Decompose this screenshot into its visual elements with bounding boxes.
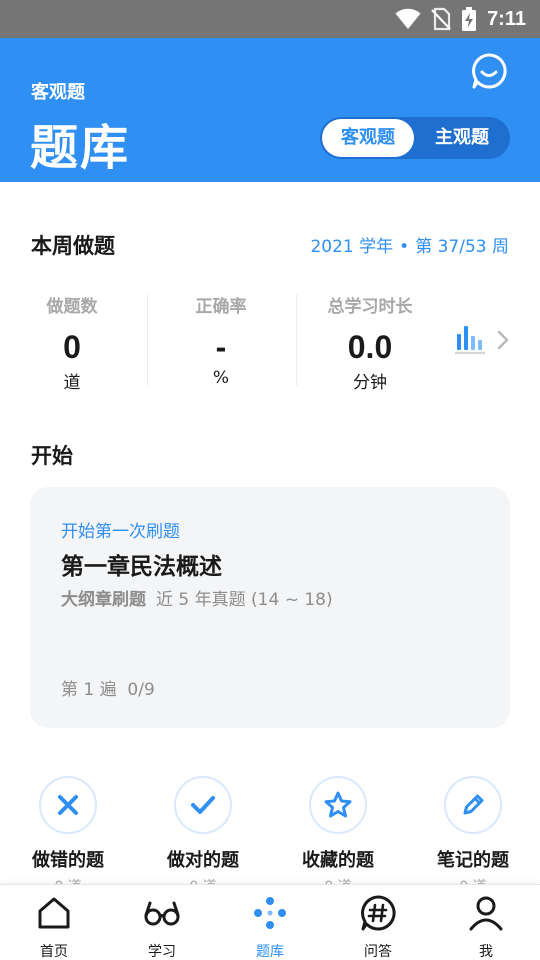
star-icon [324, 791, 352, 818]
stat-unit: 分钟 [353, 373, 387, 393]
no-sim-icon [431, 7, 451, 31]
week-number: 第 37/53 周 [415, 237, 509, 257]
bar-chart-icon[interactable] [455, 322, 485, 356]
stat-value: 0 [63, 329, 81, 365]
quick-link-label: 收藏的题 [302, 850, 374, 871]
wifi-icon [395, 8, 421, 29]
bottom-tab-bar: 首页 学习 题库 问答 我 [0, 884, 540, 960]
tab-label: 题库 [256, 944, 284, 960]
stat-label: 正确率 [195, 297, 247, 317]
quick-link-correct[interactable]: 做对的题 0 道 [135, 776, 271, 896]
chat-smile-icon [472, 53, 507, 89]
header: 客观题 题库 客观题 主观题 [0, 38, 540, 182]
tab-label: 首页 [40, 944, 68, 960]
tab-home[interactable]: 首页 [0, 893, 108, 960]
tab-qa[interactable]: 问答 [324, 893, 432, 960]
stat-accuracy: 正确率 - % [146, 292, 296, 388]
stat-question-count: 做题数 0 道 [0, 292, 147, 393]
quick-link-favorite[interactable]: 收藏的题 0 道 [270, 776, 406, 896]
tab-label: 我 [479, 944, 493, 960]
week-separator: • [399, 237, 410, 257]
header-subtitle: 客观题 [31, 82, 85, 103]
question-type-toggle: 客观题 主观题 [320, 117, 510, 159]
quick-link-label: 做错的题 [32, 850, 104, 871]
page-title: 题库 [30, 120, 131, 176]
pencil-icon [463, 794, 484, 815]
card-meta-type: 大纲章刷题 [61, 590, 146, 610]
stat-label: 总学习时长 [327, 297, 413, 317]
week-info: 2021 学年 • 第 37/53 周 [310, 232, 509, 257]
quick-link-label: 笔记的题 [437, 850, 509, 871]
card-meta: 大纲章刷题近 5 年真题 (14 ~ 18) [61, 585, 333, 610]
start-section-title: 开始 [31, 444, 73, 468]
tab-label: 问答 [364, 944, 392, 960]
stat-value: - [215, 329, 227, 365]
card-tag: 开始第一次刷题 [61, 522, 180, 542]
home-icon [38, 897, 70, 929]
quick-link-circle [444, 776, 502, 834]
segment-objective[interactable]: 客观题 [322, 119, 414, 157]
person-icon [469, 896, 503, 931]
status-bar: 7:11 [0, 0, 540, 38]
tab-study[interactable]: 学习 [108, 893, 216, 960]
chat-button[interactable] [470, 52, 508, 90]
card-meta-range: 近 5 年真题 (14 ~ 18) [156, 590, 333, 610]
week-section-title: 本周做题 [31, 234, 115, 258]
stat-unit: 道 [63, 373, 81, 393]
segment-subjective[interactable]: 主观题 [416, 119, 508, 157]
hashtag-chat-icon [361, 895, 396, 931]
quick-link-wrong[interactable]: 做错的题 0 道 [0, 776, 136, 896]
dots-icon [254, 897, 286, 929]
x-icon [58, 795, 78, 815]
status-time: 7:11 [487, 7, 526, 30]
quick-link-label: 做对的题 [167, 850, 239, 871]
tab-question-bank[interactable]: 题库 [216, 893, 324, 960]
battery-charging-icon [462, 7, 477, 31]
tab-me[interactable]: 我 [432, 893, 540, 960]
card-progress: 第 1 遍 0/9 [61, 680, 155, 700]
chevron-right-icon[interactable] [496, 330, 510, 350]
practice-card[interactable]: 开始第一次刷题 第一章民法概述 大纲章刷题近 5 年真题 (14 ~ 18) 第… [30, 487, 510, 728]
glasses-icon [144, 901, 180, 926]
quick-link-notes[interactable]: 笔记的题 0 道 [405, 776, 540, 896]
check-icon [191, 796, 215, 814]
chapter-title: 第一章民法概述 [61, 554, 222, 580]
stat-label: 做题数 [46, 297, 98, 317]
quick-link-circle [174, 776, 232, 834]
stat-value: 0.0 [347, 329, 393, 365]
quick-link-circle [39, 776, 97, 834]
stat-study-time: 总学习时长 0.0 分钟 [295, 292, 445, 393]
stat-unit: % [212, 368, 230, 388]
tab-label: 学习 [148, 944, 176, 960]
school-year: 2021 学年 [310, 237, 394, 257]
quick-link-circle [309, 776, 367, 834]
